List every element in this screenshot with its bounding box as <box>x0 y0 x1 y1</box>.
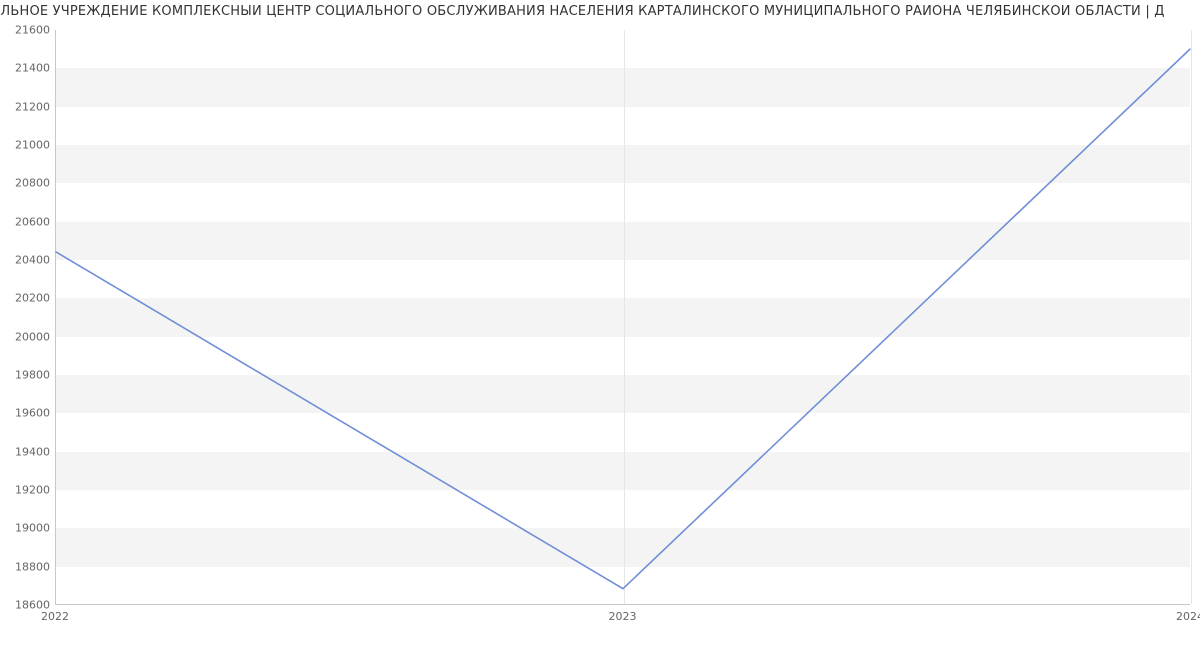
y-tick-label: 21600 <box>10 24 50 37</box>
y-tick-label: 19400 <box>10 445 50 458</box>
chart-container: ИПАЛЬНОЕ УЧРЕЖДЕНИЕ КОМПЛЕКСНЫЙ ЦЕНТР СО… <box>0 0 1200 650</box>
y-tick-label: 18800 <box>10 560 50 573</box>
y-tick-label: 21400 <box>10 62 50 75</box>
y-tick-label: 19800 <box>10 369 50 382</box>
x-tick-label: 2023 <box>609 610 637 623</box>
grid-line-vertical <box>1191 30 1192 604</box>
chart-title: ИПАЛЬНОЕ УЧРЕЖДЕНИЕ КОМПЛЕКСНЫЙ ЦЕНТР СО… <box>0 4 1200 19</box>
y-tick-label: 19600 <box>10 407 50 420</box>
y-tick-label: 19200 <box>10 484 50 497</box>
y-tick-label: 20000 <box>10 330 50 343</box>
y-tick-label: 20400 <box>10 254 50 267</box>
y-tick-label: 20600 <box>10 215 50 228</box>
plot-area <box>55 30 1190 605</box>
chart-title-text: ИПАЛЬНОЕ УЧРЕЖДЕНИЕ КОМПЛЕКСНЫЙ ЦЕНТР СО… <box>0 4 1165 19</box>
chart-svg <box>56 30 1190 604</box>
y-tick-label: 20200 <box>10 292 50 305</box>
y-tick-label: 19000 <box>10 522 50 535</box>
x-tick-label: 2022 <box>41 610 69 623</box>
x-tick-label: 2024 <box>1176 610 1200 623</box>
data-series-line <box>56 49 1190 589</box>
y-tick-label: 21000 <box>10 139 50 152</box>
y-tick-label: 21200 <box>10 100 50 113</box>
y-tick-label: 20800 <box>10 177 50 190</box>
